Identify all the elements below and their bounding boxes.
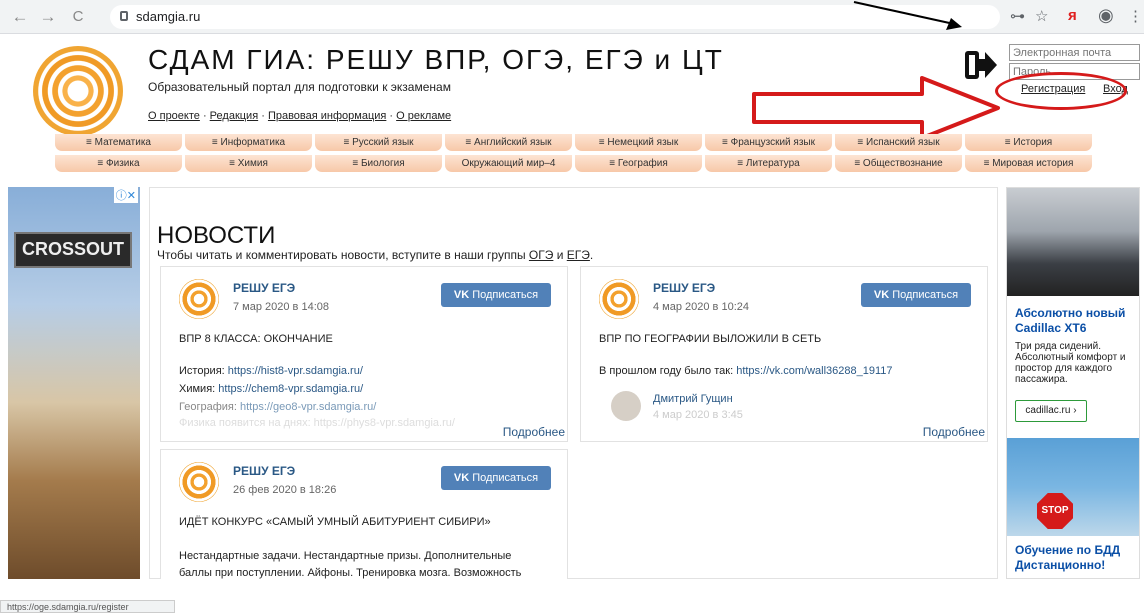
post-date: 7 мар 2020 в 14:08 [233,301,329,313]
yandex-icon[interactable]: я [1068,7,1077,24]
comment-date: 4 мар 2020 в 3:45 [653,409,743,421]
news-intro: Чтобы читать и комментировать новости, в… [157,248,594,262]
browser-toolbar: ← → C sdamgia.ru ⊶ ☆ я ◉ ⋮ [0,0,1144,34]
news-card: РЕШУ ЕГЭ 4 мар 2020 в 10:24 VK Подписать… [580,266,988,442]
post-link[interactable]: https://geo8-vpr.sdamgia.ru/ [240,401,376,413]
page: СДАМ ГИА: РЕШУ ВПР, ОГЭ, ЕГЭ и ЦТ Образо… [0,34,1144,613]
back-icon[interactable]: ← [10,7,30,27]
address-bar-text: sdamgia.ru [136,9,201,24]
news-card: РЕШУ ЕГЭ 26 фев 2020 в 18:26 VK Подписат… [160,449,568,579]
status-bar: https://oge.sdamgia.ru/register [0,600,175,613]
subject-row-1: ≡ Математика ≡ Информатика ≡ Русский язы… [55,134,1095,151]
subject-menu: ≡ Математика ≡ Информатика ≡ Русский язы… [55,134,1095,176]
about-link[interactable]: О проекте [148,110,200,122]
subject-world-history[interactable]: ≡ Мировая история [965,155,1092,172]
ad-title[interactable]: Абсолютно новый Cadillac XT6 [1015,306,1139,336]
subject-german[interactable]: ≡ Немецкий язык [575,134,702,151]
top-links: О проекте · Редакция · Правовая информац… [148,110,452,122]
subject-biology[interactable]: ≡ Биология [315,155,442,172]
ad-banner-left[interactable]: ⓘ✕ CROSSOUT [8,187,140,579]
annotation-circle [995,72,1127,110]
post-line-faded: Физика появится на днях: https://phys8-v… [179,417,455,429]
site-logo[interactable] [33,46,123,136]
ads-link[interactable]: О рекламе [396,110,451,122]
site-title: СДАМ ГИА: РЕШУ ВПР, ОГЭ, ЕГЭ и ЦТ [148,44,724,75]
post-line: Нестандартные задачи. Нестандартные приз… [179,550,512,562]
profile-icon[interactable]: ◉ [1098,5,1114,26]
avatar[interactable] [611,391,641,421]
ad-title-2[interactable]: Обучение по БДД Дистанционно! [1015,543,1139,573]
post-link[interactable]: https://hist8-vpr.sdamgia.ru/ [228,365,363,377]
subject-history[interactable]: ≡ История [965,134,1092,151]
subject-geography[interactable]: ≡ География [575,155,702,172]
annotation-arrow-thin [853,1,962,30]
post-headline: ВПР ПО ГЕОГРАФИИ ВЫЛОЖИЛИ В СЕТЬ [599,333,822,345]
post-link[interactable]: https://vk.com/wall36288_19117 [736,365,892,377]
subscribe-button[interactable]: VK Подписаться [441,283,551,307]
subject-row-2: ≡ Физика ≡ Химия ≡ Биология Окружающий м… [55,155,1095,172]
post-headline: ИДЁТ КОНКУРС «САМЫЙ УМНЫЙ АБИТУРИЕНТ СИБ… [179,516,491,528]
news-card: РЕШУ ЕГЭ 7 мар 2020 в 14:08 VK Подписать… [160,266,568,442]
ege-group-link[interactable]: ЕГЭ [567,248,590,262]
crossout-logo: CROSSOUT [14,232,132,268]
email-field[interactable] [1009,44,1140,61]
road-signs-image: STOP [1007,438,1139,536]
vk-icon: VK [873,289,893,301]
oge-group-link[interactable]: ОГЭ [529,248,553,262]
news-title: НОВОСТИ [157,222,276,249]
post-line: История: https://hist8-vpr.sdamgia.ru/ [179,365,363,377]
group-avatar[interactable] [599,279,639,319]
bookmark-star-icon[interactable]: ☆ [1035,7,1048,25]
group-name[interactable]: РЕШУ ЕГЭ [233,464,295,478]
site-subtitle: Образовательный портал для подготовки к … [148,80,451,94]
post-date: 26 фев 2020 в 18:26 [233,484,337,496]
post-headline: ВПР 8 КЛАССА: ОКОНЧАНИЕ [179,333,333,345]
subject-world[interactable]: Окружающий мир–4 [445,155,572,172]
subject-chemistry[interactable]: ≡ Химия [185,155,312,172]
ad-button[interactable]: cadillac.ru › [1015,400,1087,422]
subscribe-button[interactable]: VK Подписаться [441,466,551,490]
subject-math[interactable]: ≡ Математика [55,134,182,151]
subject-social[interactable]: ≡ Обществознание [835,155,962,172]
car-image [1007,188,1139,296]
ad-text: Три ряда сидений. Абсолютный комфорт и п… [1015,341,1126,385]
lock-icon [120,11,128,21]
vk-icon: VK [453,289,473,301]
forward-icon[interactable]: → [38,7,58,27]
subject-spanish[interactable]: ≡ Испанский язык [835,134,962,151]
subject-russian[interactable]: ≡ Русский язык [315,134,442,151]
post-link[interactable]: https://chem8-vpr.sdamgia.ru/ [218,383,363,395]
subject-literature[interactable]: ≡ Литература [705,155,832,172]
reload-icon[interactable]: C [68,8,88,25]
stop-sign-icon: STOP [1037,493,1073,529]
key-icon[interactable]: ⊶ [1010,7,1025,25]
editorial-link[interactable]: Редакция [210,110,258,122]
subject-physics[interactable]: ≡ Физика [55,155,182,172]
post-line: В прошлом году было так: https://vk.com/… [599,365,893,377]
post-line: баллы при поступлении. Айфоны. Тренировк… [179,567,522,579]
group-avatar[interactable] [179,462,219,502]
subject-french[interactable]: ≡ Французский язык [705,134,832,151]
ad-close-icon[interactable]: ⓘ✕ [113,187,138,203]
more-link[interactable]: Подробнее [503,425,565,439]
legal-link[interactable]: Правовая информация [268,110,386,122]
annotation-arrow-red [752,76,1000,140]
post-date: 4 мар 2020 в 10:24 [653,301,749,313]
comment-author[interactable]: Дмитрий Гущин [653,393,733,405]
post-line: География: https://geo8-vpr.sdamgia.ru/ [179,401,377,413]
vk-icon: VK [453,472,473,484]
post-line: Химия: https://chem8-vpr.sdamgia.ru/ [179,383,364,395]
menu-icon[interactable]: ⋮ [1128,7,1143,25]
group-name[interactable]: РЕШУ ЕГЭ [653,281,715,295]
group-name[interactable]: РЕШУ ЕГЭ [233,281,295,295]
subscribe-button[interactable]: VK Подписаться [861,283,971,307]
ad-banner-right[interactable]: Абсолютно новый Cadillac XT6 Три ряда си… [1006,187,1140,579]
subject-informatics[interactable]: ≡ Информатика [185,134,312,151]
group-avatar[interactable] [179,279,219,319]
subject-english[interactable]: ≡ Английский язык [445,134,572,151]
more-link[interactable]: Подробнее [923,425,985,439]
